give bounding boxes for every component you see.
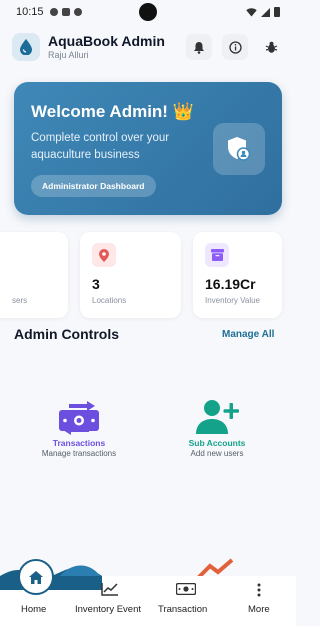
transactions-control[interactable]: Transactions Manage transactions (19, 398, 139, 458)
app-header: AquaBook Admin Raju Alluri (0, 26, 296, 68)
status-system-icons (246, 7, 280, 17)
stat-label: Locations (92, 296, 127, 305)
nav-label-inventory-event[interactable]: Inventory Event (75, 604, 141, 615)
location-pin-icon (92, 243, 116, 267)
shield-user-icon (213, 123, 265, 175)
administrator-dashboard-button[interactable]: Administrator Dashboard (31, 175, 156, 197)
nav-label-transaction[interactable]: Transaction (158, 604, 207, 615)
status-time: 10:15 (16, 6, 44, 18)
bug-icon (265, 41, 277, 53)
nav-wave-decoration (0, 565, 102, 590)
money-transfer-icon (59, 401, 99, 435)
archive-box-icon (205, 243, 229, 267)
add-user-icon (196, 400, 239, 434)
battery-icon (274, 7, 280, 17)
more-vertical-icon[interactable] (256, 583, 262, 597)
debug-button[interactable] (258, 34, 284, 60)
section-title: Admin Controls (14, 326, 119, 342)
welcome-card: Welcome Admin! 👑 Complete control over y… (14, 82, 282, 215)
stat-label: Inventory Value (205, 296, 260, 305)
sd-card-status-icon (61, 8, 70, 16)
signal-icon (261, 7, 270, 17)
notifications-button[interactable] (186, 34, 212, 60)
status-notification-icons (49, 8, 82, 16)
app-title: AquaBook Admin (48, 33, 165, 49)
control-title: Sub Accounts (188, 438, 246, 448)
sync-status-icon (73, 8, 82, 16)
sub-accounts-control[interactable]: Sub Accounts Add new users (157, 398, 277, 458)
chart-line-icon[interactable] (101, 582, 119, 596)
stat-card-locations[interactable]: 3 Locations (80, 232, 181, 318)
control-title: Transactions (52, 438, 106, 448)
wifi-icon (246, 8, 257, 17)
nav-label-home[interactable]: Home (21, 604, 46, 615)
stat-value: 3 (92, 276, 100, 292)
info-button[interactable] (222, 34, 248, 60)
bell-icon (194, 41, 204, 54)
welcome-title: Welcome Admin! 👑 (31, 102, 194, 121)
control-subtitle: Manage transactions (41, 449, 117, 458)
stat-card-inventory-value[interactable]: 16.19Cr Inventory Value (193, 232, 282, 318)
camera-cutout (139, 3, 157, 21)
stat-card-users[interactable]: sers (0, 232, 68, 318)
home-icon (29, 570, 43, 584)
settings-status-icon (49, 8, 58, 16)
nav-label-more[interactable]: More (248, 604, 270, 615)
stat-value: 16.19Cr (205, 276, 256, 292)
control-subtitle: Add new users (190, 449, 244, 458)
welcome-description: Complete control over your aquaculture b… (31, 132, 170, 161)
cash-icon[interactable] (176, 583, 196, 595)
nav-home-button[interactable] (18, 559, 54, 595)
user-name: Raju Alluri (48, 50, 89, 60)
info-icon (228, 40, 242, 54)
manage-all-link[interactable]: Manage All (222, 329, 274, 340)
stat-label: sers (12, 296, 28, 305)
droplet-icon (12, 33, 40, 61)
